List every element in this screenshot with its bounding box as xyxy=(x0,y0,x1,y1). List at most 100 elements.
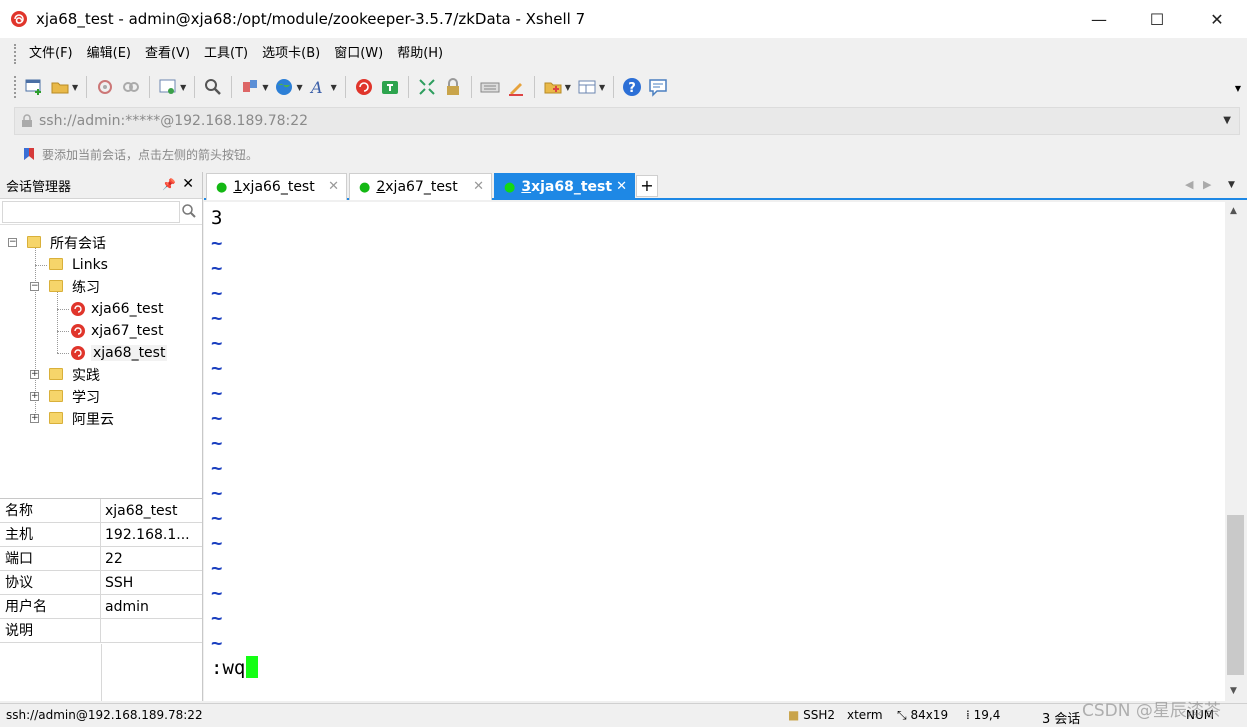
terminal-empty-line: ~ xyxy=(211,482,223,504)
tree-item-folder-shijian[interactable]: + 实践 xyxy=(0,364,202,386)
tab-close-icon[interactable]: ✕ xyxy=(473,179,484,194)
pen-icon xyxy=(508,83,523,96)
chat-button[interactable] xyxy=(645,74,671,100)
tab-prev-icon[interactable]: ◀ xyxy=(1185,178,1193,191)
highlight-button[interactable] xyxy=(503,74,529,100)
find-button[interactable] xyxy=(200,74,226,100)
tab-list-icon[interactable]: ▼ xyxy=(1228,180,1235,190)
property-key: 用户名 xyxy=(0,595,101,618)
session-search-input[interactable] xyxy=(2,201,180,223)
search-icon[interactable] xyxy=(181,203,197,219)
menu-tabs[interactable]: 选项卡(B) xyxy=(255,42,327,66)
collapse-icon[interactable]: − xyxy=(30,282,39,291)
lock-icon xyxy=(446,78,459,95)
toolbar-separator xyxy=(407,76,409,98)
tree-item-practice[interactable]: − 练习 xyxy=(0,276,202,298)
menu-edit[interactable]: 编辑(E) xyxy=(80,42,138,66)
toolbar-separator xyxy=(231,76,233,98)
tab-xja68-active[interactable]: ● 3 xja68_test ✕ xyxy=(494,173,635,200)
new-session-button[interactable] xyxy=(21,74,47,100)
tree-item-session-xja66[interactable]: xja66_test xyxy=(0,298,202,320)
status-size: ⤡ 84x19 xyxy=(897,708,948,723)
menu-view[interactable]: 查看(V) xyxy=(138,42,197,66)
tree-label: xja68_test xyxy=(91,345,168,361)
lock-button[interactable] xyxy=(440,74,466,100)
tab-close-icon[interactable]: ✕ xyxy=(328,179,339,194)
window-title: xja68_test - admin@xja68:/opt/module/zoo… xyxy=(36,10,586,28)
help-button[interactable]: ? xyxy=(619,74,645,100)
globe-button[interactable]: ▼ xyxy=(271,74,305,100)
status-bar: ssh://admin@192.168.189.78:22 ■ SSH2 xte… xyxy=(0,703,1247,727)
tree-label: xja67_test xyxy=(91,323,164,339)
toolbar-separator xyxy=(344,76,346,98)
property-value xyxy=(101,619,202,642)
resize-icon: ⤡ xyxy=(897,708,907,722)
open-button[interactable]: ▼ xyxy=(47,74,81,100)
xshell-button[interactable] xyxy=(351,74,377,100)
properties-button[interactable]: ▼ xyxy=(155,74,189,100)
terminal-line: 3 xyxy=(211,207,223,229)
svg-text:A: A xyxy=(309,78,323,97)
tree-item-folder-xuexi[interactable]: + 学习 xyxy=(0,386,202,408)
chevron-down-icon: ▼ xyxy=(72,82,79,92)
tree-item-session-xja68-selected[interactable]: xja68_test xyxy=(71,342,168,364)
menu-help[interactable]: 帮助(H) xyxy=(390,42,450,66)
maximize-button[interactable]: ☐ xyxy=(1128,0,1186,38)
add-tab-button[interactable]: + xyxy=(636,175,658,197)
scroll-thumb[interactable] xyxy=(1227,515,1244,675)
new-folder-button[interactable]: ▼ xyxy=(540,74,574,100)
tree-item-session-xja67[interactable]: xja67_test xyxy=(0,320,202,342)
expand-icon[interactable]: + xyxy=(30,414,39,423)
tab-xja66[interactable]: ● 1 xja66_test ✕ xyxy=(206,173,347,200)
chevron-down-icon: ▼ xyxy=(296,82,303,92)
tree-item-folder-aliyun[interactable]: + 阿里云 xyxy=(0,408,202,430)
terminal-empty-line: ~ xyxy=(211,232,223,254)
property-value: xja68_test xyxy=(105,503,178,519)
scroll-down-icon[interactable]: ▼ xyxy=(1230,686,1237,696)
property-row: 协议 SSH xyxy=(0,571,202,595)
disconnect-button[interactable] xyxy=(118,74,144,100)
expand-icon[interactable]: + xyxy=(30,370,39,379)
reconnect-button[interactable] xyxy=(92,74,118,100)
menu-tools[interactable]: 工具(T) xyxy=(197,42,255,66)
status-cursor-pos: ⁞ 19,4 xyxy=(966,708,1000,722)
fullscreen-button[interactable] xyxy=(414,74,440,100)
tree-item-all-sessions[interactable]: − 所有会话 xyxy=(0,232,202,254)
close-button[interactable]: ✕ xyxy=(1188,0,1246,38)
connected-dot-icon: ● xyxy=(504,179,516,195)
transfer-button[interactable]: ▼ xyxy=(237,74,271,100)
panel-close-icon[interactable]: ✕ xyxy=(182,176,194,192)
tab-next-icon[interactable]: ▶ xyxy=(1203,178,1211,191)
address-dropdown-icon[interactable]: ▼ xyxy=(1223,115,1231,126)
property-row: 说明 xyxy=(0,619,202,643)
terminal-scrollbar[interactable]: ▲ ▼ xyxy=(1225,202,1246,701)
svg-text:?: ? xyxy=(628,81,636,96)
tree-item-links[interactable]: Links xyxy=(0,254,202,276)
expand-icon[interactable]: + xyxy=(30,392,39,401)
layout-button[interactable]: ▼ xyxy=(574,74,608,100)
collapse-icon[interactable]: − xyxy=(8,238,17,247)
terminal-cursor xyxy=(246,656,259,678)
property-row: 主机 192.168.1... xyxy=(0,523,202,547)
settings-icon xyxy=(159,79,176,94)
toolbar: ▼ ▼ ▼ ▼ A ▼ ▼ ▼ ? ▼ xyxy=(0,70,1247,104)
toolbar-separator xyxy=(470,76,472,98)
keyboard-button[interactable] xyxy=(477,74,503,100)
terminal-area[interactable]: 3 ~ ~ ~ ~ ~ ~ ~ ~ ~ ~ ~ ~ ~ ~ ~ ~ ~ :wq xyxy=(204,202,1225,701)
menu-file[interactable]: 文件(F) xyxy=(22,42,80,66)
pin-icon[interactable]: 📌 xyxy=(162,178,176,191)
new-session-icon xyxy=(25,79,41,95)
xshell-icon xyxy=(355,79,372,95)
address-bar[interactable]: ssh://admin:*****@192.168.189.78:22 ▼ xyxy=(14,107,1240,135)
bookmark-arrow-icon[interactable] xyxy=(22,147,36,161)
tab-xja67[interactable]: ● 2 xja67_test ✕ xyxy=(349,173,492,200)
toolbar-overflow-icon[interactable]: ▼ xyxy=(1235,84,1241,93)
font-button[interactable]: A ▼ xyxy=(306,74,340,100)
terminal-empty-line: ~ xyxy=(211,432,223,454)
menu-window[interactable]: 窗口(W) xyxy=(327,42,390,66)
minimize-button[interactable]: — xyxy=(1070,0,1128,38)
tab-close-icon[interactable]: ✕ xyxy=(616,179,627,194)
folder-icon xyxy=(27,236,41,248)
scroll-up-icon[interactable]: ▲ xyxy=(1230,206,1237,216)
xftp-button[interactable] xyxy=(377,74,403,100)
